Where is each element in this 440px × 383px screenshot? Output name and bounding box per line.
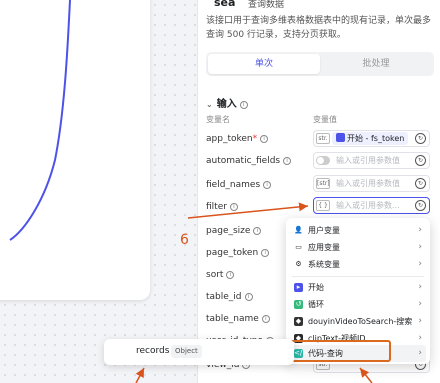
param-label-filter: filter i (206, 202, 238, 212)
annotation-number: 6 (180, 232, 189, 248)
start-variable-chip[interactable]: 开始 - fs_token (332, 132, 409, 145)
type-object-icon: { } (316, 200, 330, 211)
info-icon: i (283, 157, 292, 165)
col-name-header: 变量名 (206, 115, 230, 124)
loop-node-icon: ↺ (294, 300, 303, 309)
input-section-title[interactable]: ⌄ 输入 i (206, 95, 248, 110)
field-names-field[interactable]: [str] 输入或引用参数值 ↻ (313, 175, 430, 192)
dropdown-divider (292, 276, 424, 277)
tab-single[interactable]: 单次 (208, 54, 320, 74)
app-token-field[interactable]: str. 开始 - fs_token ↻ (313, 130, 430, 147)
col-value-header: 变量值 (313, 115, 337, 124)
info-icon: i (239, 101, 248, 109)
records-type-badge: Object (171, 345, 202, 358)
param-label-page-size: page_size i (206, 226, 262, 236)
highlight-box (286, 340, 391, 362)
info-icon: i (244, 293, 253, 301)
folder-icon: ▭ (295, 243, 302, 251)
user-icon: 👤 (294, 226, 303, 234)
curve-line (9, 0, 71, 241)
node-description: 该接口用于查询多维表格数据表中的现有记录，单次最多查询 500 行记录，支持分页… (206, 16, 432, 40)
info-icon: i (261, 315, 270, 323)
filter-field[interactable]: { } 输入或引用参数... ↻ (313, 197, 430, 214)
dropdown-item-app-vars[interactable]: ▭ 应用变量 › (290, 239, 426, 256)
dropdown-item-start[interactable]: ▸ 开始 › (290, 279, 426, 296)
start-node-icon: ▸ (294, 283, 303, 292)
info-icon: i (253, 227, 262, 235)
param-label-table-name: table_name i (206, 314, 270, 324)
param-label-page-token: page_token i (206, 248, 270, 258)
start-node-icon (336, 133, 345, 142)
info-icon: i (261, 249, 270, 257)
info-icon: i (263, 181, 272, 189)
gear-icon: ⚙ (295, 260, 302, 268)
reference-icon[interactable]: ↻ (415, 200, 426, 211)
plugin-icon: ◆ (294, 317, 303, 326)
type-array-icon: [str] (316, 178, 330, 189)
reference-icon[interactable]: ↻ (415, 178, 426, 189)
info-icon: i (260, 135, 269, 143)
chevron-down-icon: ⌄ (206, 100, 213, 109)
param-label-app-token: app_token* i (206, 134, 269, 144)
records-popup[interactable]: records Object (104, 339, 294, 365)
workflow-canvas[interactable] (0, 0, 200, 383)
param-label-field-names: field_names i (206, 180, 272, 190)
info-icon: i (226, 271, 235, 279)
info-icon: i (229, 203, 238, 211)
node-title: sea (214, 0, 236, 9)
dropdown-item-douyin[interactable]: ◆ douyinVideoToSearch-搜索 › (290, 313, 426, 330)
chart-node-card (0, 0, 150, 300)
bool-toggle[interactable] (316, 156, 330, 165)
param-label-automatic-fields: automatic_fields i (206, 156, 292, 166)
reference-icon[interactable]: ↻ (415, 133, 426, 144)
reference-icon[interactable]: ↻ (415, 155, 426, 166)
tab-batch[interactable]: 批处理 (320, 54, 432, 74)
param-label-table-id: table_id i (206, 292, 253, 302)
dropdown-item-user-vars[interactable]: 👤 用户变量 › (290, 222, 426, 239)
dropdown-item-loop[interactable]: ↺ 循环 › (290, 296, 426, 313)
panel-header: sea 查询数据 (198, 0, 440, 10)
node-subtitle: 查询数据 (248, 0, 285, 10)
type-str-icon: str. (316, 133, 330, 144)
automatic-fields-field[interactable]: 输入或引用参数值 ↻ (313, 152, 430, 169)
mode-tabs: 单次 批处理 (206, 52, 434, 76)
records-name: records (136, 346, 170, 356)
dropdown-item-system-vars[interactable]: ⚙ 系统变量 › (290, 256, 426, 273)
param-label-sort: sort i (206, 270, 235, 280)
